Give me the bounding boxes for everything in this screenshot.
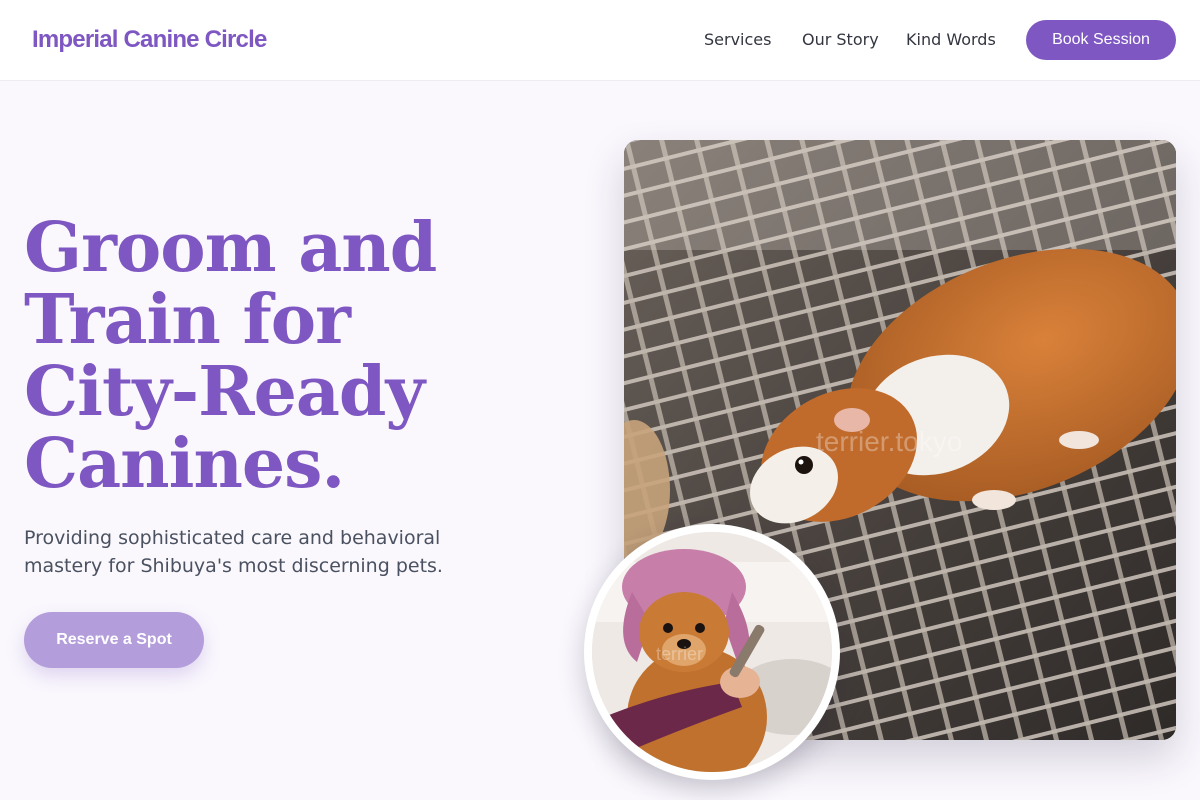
hero-title-line: Train for <box>24 280 351 360</box>
nav-link-kind-words[interactable]: Kind Words <box>906 29 996 51</box>
nav-link-our-story[interactable]: Our Story <box>802 29 879 51</box>
site-header: Imperial Canine Circle Services Our Stor… <box>0 0 1200 81</box>
hero-subtitle: Providing sophisticated care and behavio… <box>24 524 494 580</box>
nav-link-services[interactable]: Services <box>704 29 771 51</box>
hero-title-line: Groom and <box>24 208 437 288</box>
hero-subtitle-line: Providing sophisticated care and behavio… <box>24 527 441 549</box>
dog-towel-illustration <box>592 532 832 772</box>
hero-title: Groom and Train for City-Ready Canines. <box>24 212 494 500</box>
hero-title-line: Canines. <box>24 424 345 504</box>
brand-logo[interactable]: Imperial Canine Circle <box>32 24 267 56</box>
book-session-button[interactable]: Book Session <box>1026 20 1176 60</box>
reserve-spot-button[interactable]: Reserve a Spot <box>24 612 204 668</box>
groomed-dog-photo: terrier <box>584 524 840 780</box>
hero-subtitle-line: mastery for Shibuya's most discerning pe… <box>24 555 443 577</box>
hero-title-line: City-Ready <box>24 352 425 432</box>
groomed-dog-image: terrier <box>592 532 832 772</box>
